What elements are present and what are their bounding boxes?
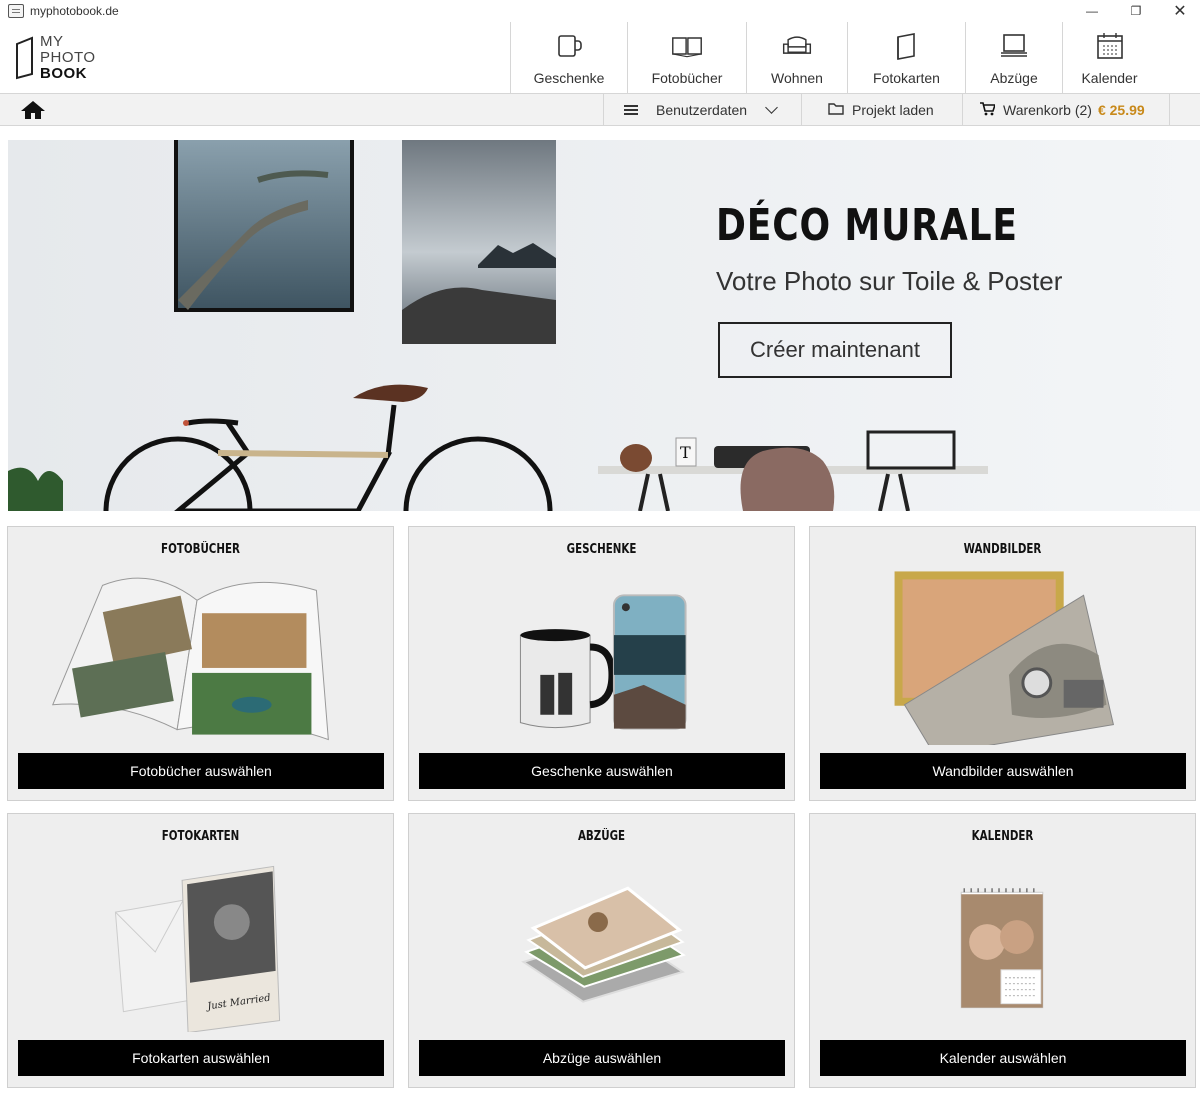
chevron-down-icon xyxy=(765,101,778,114)
hero-banner[interactable]: T DÉCO MURALE Votre Photo sur Toile & Po… xyxy=(8,140,1200,511)
folder-icon xyxy=(828,102,844,118)
svg-text:T: T xyxy=(680,443,691,462)
logo-text-photo: PHOTO xyxy=(40,49,96,66)
card-button[interactable]: Fotokarten auswählen xyxy=(18,1040,384,1076)
photo-cards-image: Just Married xyxy=(114,865,281,1032)
load-project-button[interactable]: Projekt laden xyxy=(801,94,962,126)
card-button[interactable]: Abzüge auswählen xyxy=(419,1040,785,1076)
card-button[interactable]: Kalender auswählen xyxy=(820,1040,1186,1076)
card-abzuege[interactable]: ABZÜGE Abzüge auswählen xyxy=(408,813,795,1088)
prints-icon xyxy=(998,30,1030,62)
card-fotobuecher[interactable]: FOTOBÜCHER Fotobücher auswählen xyxy=(7,526,394,801)
cart-button[interactable]: Warenkorb (2) € 25.99 xyxy=(962,94,1170,126)
userdata-dropdown[interactable]: Benutzerdaten xyxy=(603,94,801,126)
gifts-image xyxy=(519,594,687,730)
cart-icon xyxy=(979,101,997,119)
card-kalender[interactable]: KALENDER Kalender auswählen xyxy=(809,813,1196,1088)
logo-text-book: BOOK xyxy=(40,65,87,82)
card-button[interactable]: Geschenke auswählen xyxy=(419,753,785,789)
nav-item-fotokarten[interactable]: Fotokarten xyxy=(847,22,965,94)
sofa-icon xyxy=(781,30,813,62)
prints-image xyxy=(521,886,686,1003)
main-nav: Geschenke Fotobücher Wohnen Fotokarten A… xyxy=(510,22,1156,94)
logo[interactable]: MY PHOTO BOOK xyxy=(14,34,114,84)
userdata-label: Benutzerdaten xyxy=(656,102,748,118)
nav-item-wohnen[interactable]: Wohnen xyxy=(746,22,847,94)
card-title: FOTOKARTEN xyxy=(161,829,240,844)
hero-subtitle: Votre Photo sur Toile & Poster xyxy=(716,266,1063,296)
window-title: myphotobook.de xyxy=(30,4,119,18)
cart-label: Warenkorb (2) xyxy=(1003,102,1092,118)
minimize-button[interactable]: — xyxy=(1072,0,1112,22)
nav-item-geschenke[interactable]: Geschenke xyxy=(510,22,627,94)
menu-icon xyxy=(624,105,638,115)
calendar-icon xyxy=(1094,30,1126,62)
card-title: WANDBILDER xyxy=(963,542,1042,557)
load-project-label: Projekt laden xyxy=(852,102,934,118)
header: MY PHOTO BOOK Geschenke Fotobücher Wohne… xyxy=(0,22,1200,94)
card-wandbilder[interactable]: WANDBILDER Wandbilder auswählen xyxy=(809,526,1196,801)
card-title: KALENDER xyxy=(971,829,1034,844)
nav-label: Fotokarten xyxy=(873,70,940,86)
mug-icon xyxy=(553,30,585,62)
card-fotokarten[interactable]: FOTOKARTEN Just Married Fotokarten auswä… xyxy=(7,813,394,1088)
nav-item-kalender[interactable]: Kalender xyxy=(1062,22,1156,94)
nav-label: Wohnen xyxy=(771,70,823,86)
hero-cta-button[interactable]: Créer maintenant xyxy=(718,322,952,378)
cart-price: € 25.99 xyxy=(1097,102,1145,118)
home-icon[interactable] xyxy=(20,100,46,120)
card-title: FOTOBÜCHER xyxy=(161,542,240,557)
photobook-image xyxy=(51,577,329,741)
card-geschenke[interactable]: GESCHENKE Geschenke auswählen xyxy=(408,526,795,801)
hero-title: DÉCO MURALE xyxy=(716,200,1018,251)
nav-item-abzuege[interactable]: Abzüge xyxy=(965,22,1062,94)
sub-toolbar: Benutzerdaten Projekt laden Warenkorb (2… xyxy=(0,94,1200,126)
nav-label: Fotobücher xyxy=(651,70,723,86)
nav-item-fotobuecher[interactable]: Fotobücher xyxy=(627,22,746,94)
nav-label: Kalender xyxy=(1081,70,1138,86)
restore-button[interactable]: ❐ xyxy=(1116,0,1156,22)
card-title: GESCHENKE xyxy=(566,542,637,557)
book-icon xyxy=(671,30,703,62)
wall-art-image xyxy=(894,571,1115,745)
app-icon xyxy=(8,4,24,18)
card-button[interactable]: Fotobücher auswählen xyxy=(18,753,384,789)
card-button[interactable]: Wandbilder auswählen xyxy=(820,753,1186,789)
window-titlebar: myphotobook.de — ❐ ✕ xyxy=(0,0,1200,22)
nav-label: Abzüge xyxy=(990,70,1038,86)
card-title: ABZÜGE xyxy=(577,829,626,844)
nav-label: Geschenke xyxy=(533,70,605,86)
logo-book-icon xyxy=(16,36,33,80)
card-icon xyxy=(891,30,923,62)
logo-text-my: MY xyxy=(40,33,64,50)
hero-image: T xyxy=(8,140,1200,511)
close-button[interactable]: ✕ xyxy=(1160,0,1200,22)
calendar-image xyxy=(960,888,1044,1009)
